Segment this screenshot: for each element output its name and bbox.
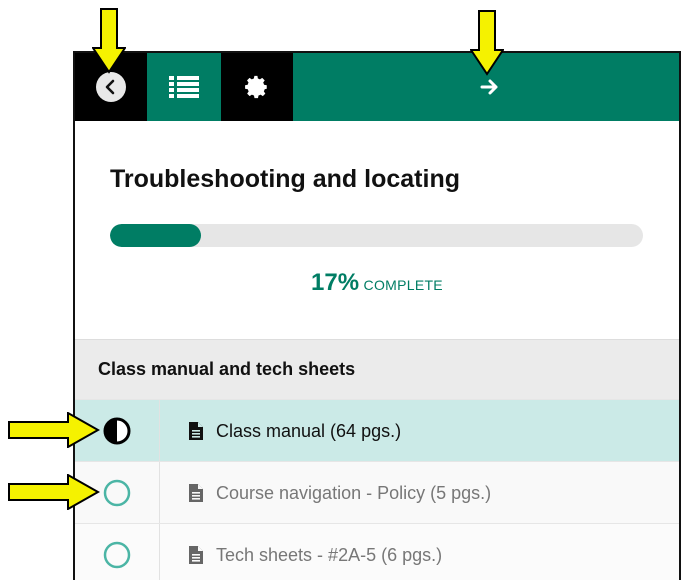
top-toolbar (75, 53, 679, 121)
list-item-label: Tech sheets - #2A-5 (6 pgs.) (216, 544, 443, 565)
gear-icon (245, 75, 267, 99)
chevron-left-icon (96, 72, 126, 102)
progress-complete-label: COMPLETE (363, 277, 443, 293)
contents-button[interactable] (147, 53, 221, 121)
section-header[interactable]: Class manual and tech sheets (75, 339, 679, 400)
callout-arrow-right-icon (8, 474, 100, 510)
arrow-right-icon (480, 79, 498, 95)
list-item[interactable]: Tech sheets - #2A-5 (6 pgs.) (75, 523, 679, 580)
list-icon (169, 76, 199, 98)
progress-percent: 17% (311, 269, 360, 296)
document-icon (189, 422, 203, 440)
callout-arrow-down-icon (92, 8, 126, 74)
progress-label: 17% COMPLETE (75, 269, 679, 297)
list-item-label: Course navigation - Policy (5 pgs.) (216, 482, 492, 503)
document-icon (189, 546, 203, 564)
settings-button[interactable] (221, 53, 293, 121)
list-item[interactable]: Course navigation - Policy (5 pgs.) (75, 461, 679, 524)
list-item-label: Class manual (64 pgs.) (216, 420, 402, 441)
status-empty-icon (75, 524, 160, 580)
course-title: Troubleshooting and locating (110, 165, 460, 193)
section-title: Class manual and tech sheets (98, 359, 356, 379)
progress-bar (110, 224, 643, 247)
progress-fill (110, 224, 201, 247)
list-item[interactable]: Class manual (64 pgs.) (75, 399, 679, 462)
document-icon (189, 484, 203, 502)
callout-arrow-right-icon (8, 412, 100, 448)
course-panel: Troubleshooting and locating 17% COMPLET… (73, 51, 681, 580)
callout-arrow-down-icon (470, 10, 504, 76)
